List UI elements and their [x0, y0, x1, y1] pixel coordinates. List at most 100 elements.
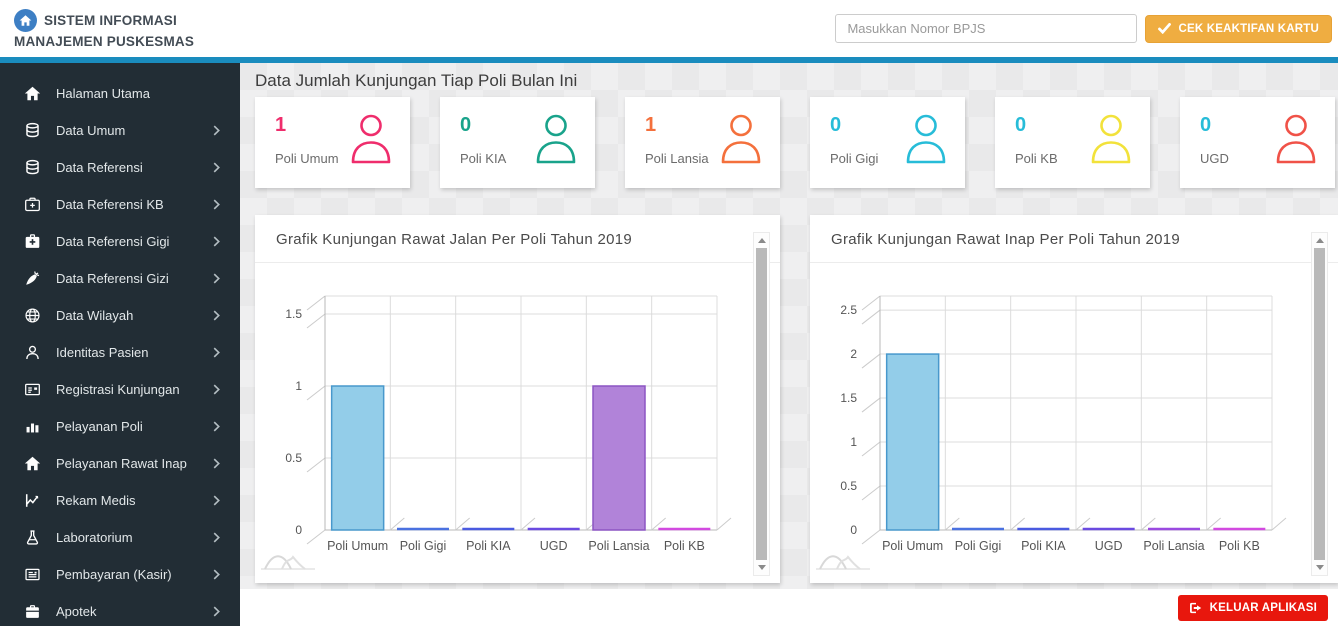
chevron-right-icon	[213, 384, 220, 395]
sidebar-item-label: Identitas Pasien	[56, 345, 149, 360]
app-brand: SISTEM INFORMASI MANAJEMEN PUSKESMAS	[14, 8, 195, 49]
sidebar-item-data-referensi-gizi[interactable]: Data Referensi Gizi	[0, 260, 240, 297]
svg-text:Poli KIA: Poli KIA	[466, 539, 511, 553]
rawat-jalan-chart: 0 0.5 1 1.5 Poli Umum Poli Gigi Poli KIA UGD Pol…	[261, 295, 732, 570]
svg-text:0.5: 0.5	[840, 479, 857, 493]
footer: KELUAR APLIKASI	[240, 589, 1338, 626]
sidebar-item-data-wilayah[interactable]: Data Wilayah	[0, 297, 240, 334]
rawat-inap-chart-title: Grafik Kunjungan Rawat Inap Per Poli Tah…	[810, 215, 1338, 263]
person-icon	[533, 113, 579, 165]
summary-card-poli-kb: 0 Poli KB	[995, 97, 1150, 188]
chevron-right-icon	[213, 421, 220, 432]
globe-icon	[23, 307, 41, 325]
chevron-right-icon	[213, 606, 220, 617]
rawat-jalan-chart-card: Grafik Kunjungan Rawat Jalan Per Poli Ta…	[255, 215, 780, 583]
scroll-down-arrow-icon[interactable]	[757, 565, 766, 570]
chevron-right-icon	[213, 162, 220, 173]
sidebar-item-data-referensi-kb[interactable]: Data Referensi KB	[0, 186, 240, 223]
rawat-inap-chart-scrollbar[interactable]	[1311, 232, 1328, 576]
sidebar-menu: Halaman Utama Data Umum Data Referensi Data…	[0, 75, 240, 626]
sign-out-icon	[1189, 602, 1203, 614]
svg-text:1.5: 1.5	[840, 391, 857, 405]
id-card-icon	[23, 381, 41, 399]
chevron-right-icon	[213, 199, 220, 210]
sidebar-item-label: Data Referensi Gigi	[56, 234, 170, 249]
rawat-jalan-chart-title: Grafik Kunjungan Rawat Jalan Per Poli Ta…	[255, 215, 780, 263]
sidebar-item-halaman-utama[interactable]: Halaman Utama	[0, 75, 240, 112]
svg-text:Poli Umum: Poli Umum	[327, 539, 388, 553]
sidebar-item-label: Data Referensi Gizi	[56, 271, 169, 286]
person-icon	[903, 113, 949, 165]
sidebar-item-data-referensi[interactable]: Data Referensi	[0, 149, 240, 186]
sidebar-item-label: Data Umum	[56, 123, 126, 138]
chevron-right-icon	[213, 236, 220, 247]
sidebar-item-label: Data Wilayah	[56, 308, 134, 323]
sidebar-item-pembayaran-kasir[interactable]: Pembayaran (Kasir)	[0, 556, 240, 593]
carrot-icon	[23, 270, 41, 288]
summary-card-poli-lansia: 1 Poli Lansia	[625, 97, 780, 188]
check-icon	[1158, 23, 1172, 34]
scroll-down-arrow-icon[interactable]	[1315, 565, 1324, 570]
sidebar-item-label: Laboratorium	[56, 530, 133, 545]
summary-card-poli-kia: 0 Poli KIA	[440, 97, 595, 188]
chevron-right-icon	[213, 125, 220, 136]
sidebar-item-label: Pelayanan Poli	[56, 419, 143, 434]
rawat-jalan-chart-scrollbar[interactable]	[753, 232, 770, 576]
person-icon	[348, 113, 394, 165]
bar-chart-icon	[23, 418, 41, 436]
main-content: Data Jumlah Kunjungan Tiap Poli Bulan In…	[240, 63, 1338, 589]
sidebar-item-rekam-medis[interactable]: Rekam Medis	[0, 482, 240, 519]
person-icon	[1088, 113, 1134, 165]
medkit-solid-icon	[23, 233, 41, 251]
scrollbar-thumb[interactable]	[756, 248, 767, 560]
sidebar-item-label: Halaman Utama	[56, 86, 150, 101]
bpjs-number-input[interactable]	[835, 14, 1138, 43]
svg-text:Poli Lansia: Poli Lansia	[588, 539, 649, 553]
svg-text:Poli KB: Poli KB	[1219, 539, 1260, 553]
sidebar: Halaman Utama Data Umum Data Referensi Data…	[0, 63, 240, 626]
sidebar-item-apotek[interactable]: Apotek	[0, 593, 240, 626]
chevron-right-icon	[213, 495, 220, 506]
sidebar-item-registrasi-kunjungan[interactable]: Registrasi Kunjungan	[0, 371, 240, 408]
chevron-right-icon	[213, 310, 220, 321]
section-title: Data Jumlah Kunjungan Tiap Poli Bulan In…	[255, 71, 578, 90]
chevron-right-icon	[213, 458, 220, 469]
sidebar-item-label: Registrasi Kunjungan	[56, 382, 180, 397]
sidebar-item-identitas-pasien[interactable]: Identitas Pasien	[0, 334, 240, 371]
logout-button[interactable]: KELUAR APLIKASI	[1177, 594, 1328, 621]
sidebar-item-data-umum[interactable]: Data Umum	[0, 112, 240, 149]
sidebar-item-label: Pembayaran (Kasir)	[56, 567, 172, 582]
chevron-right-icon	[213, 273, 220, 284]
chevron-right-icon	[213, 347, 220, 358]
svg-text:Poli Gigi: Poli Gigi	[400, 539, 447, 553]
check-card-button-label: CEK KEAKTIFAN KARTU	[1178, 22, 1319, 35]
topbar: SISTEM INFORMASI MANAJEMEN PUSKESMAS CEK…	[0, 0, 1338, 57]
svg-text:Poli KB: Poli KB	[664, 539, 705, 553]
sidebar-item-label: Rekam Medis	[56, 493, 136, 508]
briefcase-icon	[23, 603, 41, 621]
scrollbar-thumb[interactable]	[1314, 248, 1325, 560]
sidebar-item-data-referensi-gigi[interactable]: Data Referensi Gigi	[0, 223, 240, 260]
svg-text:1: 1	[850, 435, 857, 449]
app-title-line2: MANAJEMEN PUSKESMAS	[14, 33, 195, 49]
scroll-up-arrow-icon[interactable]	[1315, 238, 1324, 243]
svg-text:2.5: 2.5	[840, 303, 857, 317]
person-icon	[718, 113, 764, 165]
sidebar-item-pelayanan-poli[interactable]: Pelayanan Poli	[0, 408, 240, 445]
scroll-up-arrow-icon[interactable]	[757, 238, 766, 243]
summary-cards: 1 Poli Umum 0 Poli KIA 1 Poli Lansia 0 Poli Gig…	[255, 97, 1338, 188]
svg-text:1.5: 1.5	[285, 307, 302, 321]
sidebar-item-label: Apotek	[56, 604, 97, 619]
check-card-button[interactable]: CEK KEAKTIFAN KARTU	[1145, 14, 1332, 43]
app-title-line1: SISTEM INFORMASI	[44, 12, 177, 28]
database-icon	[23, 159, 41, 177]
sidebar-item-laboratorium[interactable]: Laboratorium	[0, 519, 240, 556]
svg-text:1: 1	[295, 379, 302, 393]
sidebar-item-label: Data Referensi	[56, 160, 143, 175]
summary-card-ugd: 0 UGD	[1180, 97, 1335, 188]
svg-text:UGD: UGD	[1095, 539, 1123, 553]
flask-icon	[23, 529, 41, 547]
sidebar-item-label: Data Referensi KB	[56, 197, 164, 212]
svg-text:UGD: UGD	[540, 539, 568, 553]
sidebar-item-pelayanan-rawat-inap[interactable]: Pelayanan Rawat Inap	[0, 445, 240, 482]
